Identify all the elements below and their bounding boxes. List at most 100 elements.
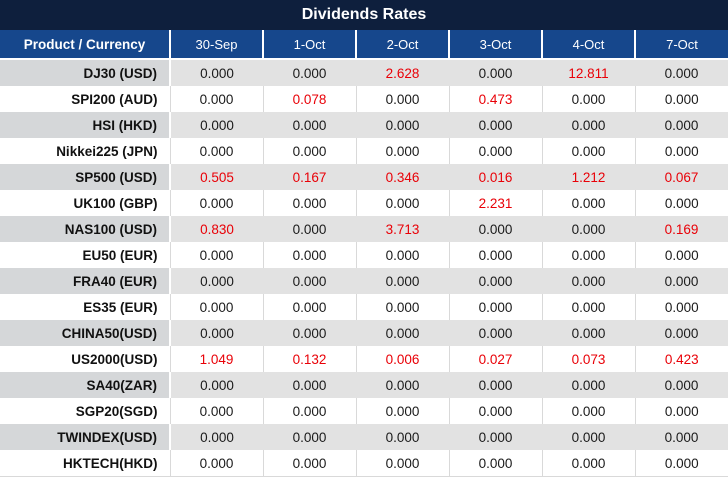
- dividend-value-cell: 0.000: [356, 424, 449, 450]
- dividend-value-cell: 0.000: [542, 86, 636, 112]
- dividend-value-cell: 0.423: [635, 346, 728, 372]
- dividend-value-cell: 0.000: [170, 398, 264, 424]
- dividend-value-cell: 0.000: [263, 59, 356, 86]
- dividend-value-cell: 0.000: [449, 59, 542, 86]
- dividend-value-cell: 0.000: [263, 216, 356, 242]
- dividend-value-cell: 0.000: [635, 59, 728, 86]
- dividend-value-cell: 0.000: [170, 372, 263, 398]
- table-row: TWINDEX(USD) 0.000 0.000 0.000 0.000 0.000 0.0…: [0, 424, 728, 450]
- table-row: HKTECH(HKD) 0.000 0.000 0.000 0.000 0.000 0.00…: [0, 450, 728, 477]
- dividend-value-cell: 0.000: [635, 86, 728, 112]
- dividend-value-cell: 0.346: [356, 164, 449, 190]
- product-cell: CHINA50(USD): [0, 320, 171, 346]
- dividend-value-cell: 0.000: [263, 424, 356, 450]
- table-row: ES35 (EUR) 0.000 0.000 0.000 0.000 0.000 0.000: [0, 294, 728, 320]
- dividend-value-cell: 1.049: [170, 346, 264, 372]
- dividend-value-cell: 0.000: [449, 112, 542, 138]
- dividend-value-cell: 0.000: [449, 294, 543, 320]
- table-row: SPI200 (AUD) 0.000 0.078 0.000 0.473 0.000 0.0…: [0, 86, 728, 112]
- date-column-header: 3-Oct: [448, 30, 542, 60]
- table-row: FRA40 (EUR) 0.000 0.000 0.000 0.000 0.000 0.00…: [0, 268, 728, 294]
- dividend-value-cell: 0.000: [635, 450, 728, 477]
- dividend-value-cell: 0.000: [635, 398, 728, 424]
- dividend-value-cell: 0.000: [356, 86, 450, 112]
- dividend-value-cell: 12.811: [542, 59, 635, 86]
- dividend-value-cell: 0.000: [449, 320, 542, 346]
- widget-title: Dividends Rates: [301, 6, 427, 23]
- dividend-value-cell: 2.231: [449, 190, 543, 216]
- table-row: SA40(ZAR) 0.000 0.000 0.000 0.000 0.000 0.000: [0, 372, 728, 398]
- product-cell: UK100 (GBP): [0, 190, 171, 216]
- table-row: SP500 (USD) 0.505 0.167 0.346 0.016 1.212 0.06…: [0, 164, 728, 190]
- product-cell: US2000(USD): [0, 346, 171, 372]
- date-column-header: 7-Oct: [634, 30, 728, 60]
- product-currency-header: Product / Currency: [0, 30, 170, 60]
- dividend-value-cell: 0.016: [449, 164, 542, 190]
- dividend-value-cell: 0.000: [542, 112, 635, 138]
- table-row: DJ30 (USD) 0.000 0.000 2.628 0.000 12.811 0.00…: [0, 59, 728, 86]
- dividend-value-cell: 0.000: [170, 242, 264, 268]
- dividend-value-cell: 0.000: [170, 320, 263, 346]
- dividend-value-cell: 0.830: [170, 216, 263, 242]
- dividend-value-cell: 0.000: [263, 320, 356, 346]
- dividend-value-cell: 0.000: [542, 424, 635, 450]
- dividend-value-cell: 0.000: [635, 138, 728, 164]
- dividend-value-cell: 0.000: [356, 190, 450, 216]
- dividend-value-cell: 0.000: [170, 112, 263, 138]
- dividend-value-cell: 0.000: [170, 294, 264, 320]
- dividend-value-cell: 0.000: [170, 424, 263, 450]
- dividend-value-cell: 0.000: [356, 320, 449, 346]
- product-cell: SGP20(SGD): [0, 398, 171, 424]
- header-row: Product / Currency 30-Sep 1-Oct 2-Oct 3-Oct 4…: [0, 30, 728, 60]
- product-cell: SP500 (USD): [0, 164, 171, 190]
- dividend-value-cell: 0.000: [170, 190, 264, 216]
- dividend-value-cell: 0.000: [170, 86, 264, 112]
- dividend-value-cell: 0.000: [449, 398, 543, 424]
- dividend-value-cell: 0.000: [449, 450, 543, 477]
- product-cell: EU50 (EUR): [0, 242, 171, 268]
- dividend-value-cell: 0.000: [263, 372, 356, 398]
- dividend-value-cell: 0.000: [635, 372, 728, 398]
- dividend-value-cell: 0.000: [542, 294, 636, 320]
- table-row: Nikkei225 (JPN) 0.000 0.000 0.000 0.000 0.000…: [0, 138, 728, 164]
- date-column-header: 30-Sep: [169, 30, 263, 60]
- dividend-value-cell: 1.212: [542, 164, 635, 190]
- dividend-value-cell: 0.027: [449, 346, 543, 372]
- dividend-value-cell: 0.132: [263, 346, 357, 372]
- dividend-value-cell: 0.000: [449, 268, 542, 294]
- dividend-value-cell: 0.000: [542, 216, 635, 242]
- dividend-value-cell: 0.000: [635, 190, 728, 216]
- dividend-value-cell: 0.000: [263, 190, 357, 216]
- dividend-value-cell: 2.628: [356, 59, 449, 86]
- dividend-value-cell: 0.000: [635, 424, 728, 450]
- dividend-value-cell: 0.000: [263, 268, 356, 294]
- dividend-value-cell: 0.000: [449, 216, 542, 242]
- table-row: SGP20(SGD) 0.000 0.000 0.000 0.000 0.000 0.000: [0, 398, 728, 424]
- dividend-value-cell: 0.000: [635, 112, 728, 138]
- dividend-value-cell: 0.000: [263, 138, 357, 164]
- dividend-value-cell: 0.473: [449, 86, 543, 112]
- table-row: UK100 (GBP) 0.000 0.000 0.000 2.231 0.000 0.00…: [0, 190, 728, 216]
- dividend-value-cell: 0.000: [356, 398, 450, 424]
- dividend-value-cell: 0.000: [356, 372, 449, 398]
- dividend-value-cell: 0.000: [263, 450, 357, 477]
- dividend-value-cell: 0.000: [542, 242, 636, 268]
- dividend-value-cell: 0.000: [635, 294, 728, 320]
- table-header: Product / Currency 30-Sep 1-Oct 2-Oct 3-Oct 4…: [0, 30, 728, 60]
- product-cell: TWINDEX(USD): [0, 424, 171, 450]
- dividend-value-cell: 0.167: [263, 164, 356, 190]
- dividend-value-cell: 0.000: [449, 242, 543, 268]
- table-row: US2000(USD) 1.049 0.132 0.006 0.027 0.073 0.42…: [0, 346, 728, 372]
- product-cell: SA40(ZAR): [0, 372, 171, 398]
- dividend-value-cell: 0.000: [263, 112, 356, 138]
- dividend-value-cell: 0.000: [170, 59, 263, 86]
- dividend-value-cell: 0.000: [542, 398, 636, 424]
- dividend-value-cell: 0.000: [449, 424, 542, 450]
- product-cell: ES35 (EUR): [0, 294, 171, 320]
- dividend-value-cell: 0.000: [170, 268, 263, 294]
- widget-title-bar: Dividends Rates: [0, 0, 728, 30]
- dividend-value-cell: 0.000: [356, 450, 450, 477]
- product-cell: HKTECH(HKD): [0, 450, 171, 477]
- dividend-value-cell: 0.000: [170, 450, 264, 477]
- dividend-value-cell: 0.000: [170, 138, 264, 164]
